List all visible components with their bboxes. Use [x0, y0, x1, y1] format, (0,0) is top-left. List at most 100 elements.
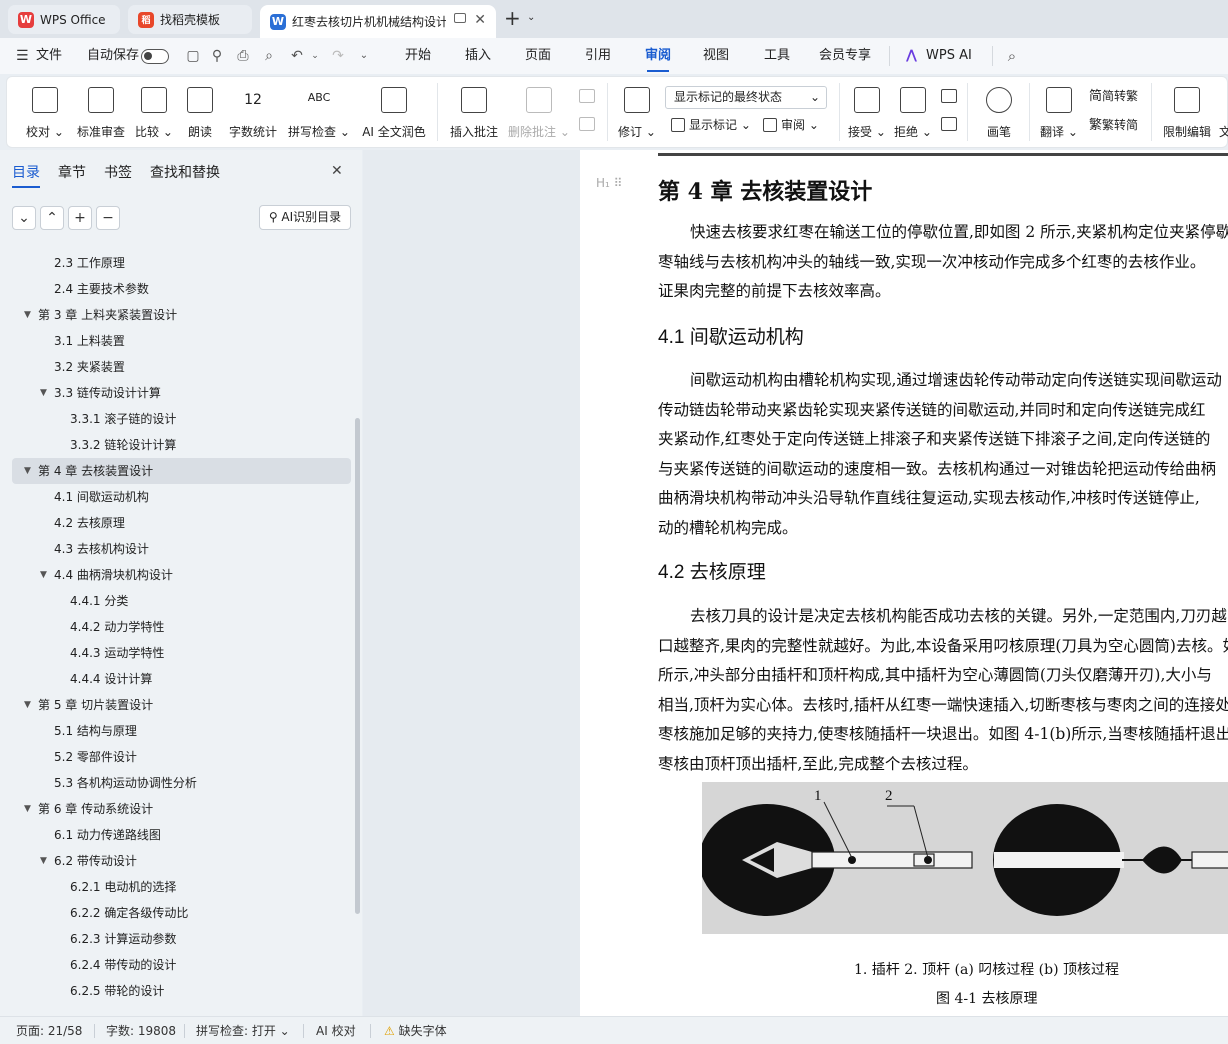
- close-icon[interactable]: ✕: [474, 12, 486, 28]
- menu-insert[interactable]: 插入: [465, 38, 491, 74]
- heading-handle-icon[interactable]: H₁ ⠿: [596, 176, 622, 190]
- tab-template[interactable]: 稻 找稻壳模板: [128, 5, 252, 34]
- toc-item[interactable]: 6.2.3 计算运动参数: [12, 926, 351, 952]
- more-button[interactable]: 文: [1219, 83, 1228, 145]
- toc-scrollbar[interactable]: [355, 418, 360, 914]
- track-changes-button[interactable]: 修订 ⌄: [617, 83, 657, 145]
- spell-check-button[interactable]: ABC 拼写检查 ⌄: [287, 83, 351, 145]
- next-comment-icon[interactable]: [579, 117, 595, 131]
- menu-wps-ai[interactable]: WPS AI: [926, 38, 972, 74]
- ai-polish-button[interactable]: AI 全文润色: [357, 83, 431, 145]
- toc-item[interactable]: 4.4.2 动力学特性: [12, 614, 351, 640]
- link-icon[interactable]: ⚲: [208, 47, 226, 65]
- next-change-icon[interactable]: [941, 117, 957, 131]
- missing-font-indicator[interactable]: ⚠ 缺失字体: [384, 1022, 447, 1039]
- tab-bookmarks[interactable]: 书签: [104, 162, 132, 182]
- autosave-toggle[interactable]: [141, 49, 169, 64]
- tab-wps-office[interactable]: W WPS Office: [8, 5, 120, 34]
- tab-toc[interactable]: 目录: [12, 162, 40, 188]
- expand-arrow-icon[interactable]: ▼: [24, 458, 31, 484]
- toc-item[interactable]: ▼ 第 5 章 切片装置设计: [12, 692, 351, 718]
- reject-button[interactable]: 拒绝 ⌄: [893, 83, 933, 145]
- prev-change-icon[interactable]: [941, 89, 957, 103]
- undo-icon[interactable]: ↶: [288, 47, 306, 65]
- expand-arrow-icon[interactable]: ▼: [40, 562, 47, 588]
- toc-item[interactable]: ▼ 6.2 带传动设计: [12, 848, 351, 874]
- toc-item[interactable]: 4.4.1 分类: [12, 588, 351, 614]
- tab-document[interactable]: W 红枣去核切片机机械结构设计 ✕: [260, 5, 496, 38]
- toc-item[interactable]: 5.2 零部件设计: [12, 744, 351, 770]
- print-icon[interactable]: ⎙: [234, 47, 252, 65]
- toc-item[interactable]: 4.1 间歇运动机构: [12, 484, 351, 510]
- expand-arrow-icon[interactable]: ▼: [40, 380, 47, 406]
- toc-item[interactable]: 6.2.4 带传动的设计: [12, 952, 351, 978]
- read-aloud-button[interactable]: 朗读: [183, 83, 217, 145]
- toc-item[interactable]: 2.4 主要技术参数: [12, 276, 351, 302]
- compare-button[interactable]: 比较 ⌄: [133, 83, 175, 145]
- show-markup-button[interactable]: 显示标记 ⌄: [671, 114, 751, 136]
- ai-toc-button[interactable]: ⚲ AI识别目录: [259, 205, 351, 230]
- toc-item[interactable]: 3.1 上料装置: [12, 328, 351, 354]
- markup-select[interactable]: 显示标记的最终状态 ⌄: [665, 86, 827, 109]
- toc-item[interactable]: 6.2.2 确定各级传动比: [12, 900, 351, 926]
- add-heading-icon[interactable]: +: [68, 206, 92, 230]
- redo-icon[interactable]: ↷: [329, 47, 347, 65]
- menu-home[interactable]: 开始: [405, 38, 431, 74]
- word-count-button[interactable]: 12 字数统计: [225, 83, 281, 145]
- document-page[interactable]: H₁ ⠿ 第 4 章 去核装置设计 快速去核要求红枣在输送工位的停歇位置,即如图…: [580, 150, 1228, 1016]
- menu-page[interactable]: 页面: [525, 38, 551, 74]
- toc-item[interactable]: 5.3 各机构运动协调性分析: [12, 770, 351, 796]
- toc-item[interactable]: ▼ 第 4 章 去核装置设计: [12, 458, 351, 484]
- collapse-up-icon[interactable]: ⌃: [40, 206, 64, 230]
- toc-item[interactable]: 4.3 去核机构设计: [12, 536, 351, 562]
- word-count-indicator[interactable]: 字数: 19808: [106, 1022, 176, 1039]
- toc-item[interactable]: 5.1 结构与原理: [12, 718, 351, 744]
- spell-check-indicator[interactable]: 拼写检查: 打开 ⌄: [196, 1022, 290, 1039]
- remove-heading-icon[interactable]: −: [96, 206, 120, 230]
- expand-arrow-icon[interactable]: ▼: [24, 692, 31, 718]
- expand-arrow-icon[interactable]: ▼: [24, 302, 31, 328]
- toc-item[interactable]: 4.2 去核原理: [12, 510, 351, 536]
- toc-item[interactable]: 6.2.1 电动机的选择: [12, 874, 351, 900]
- accept-button[interactable]: 接受 ⌄: [847, 83, 887, 145]
- toc-item[interactable]: 3.3.2 链轮设计计算: [12, 432, 351, 458]
- toc-item[interactable]: 3.2 夹紧装置: [12, 354, 351, 380]
- simp-to-trad-button[interactable]: 简简转繁: [1089, 85, 1138, 107]
- expand-arrow-icon[interactable]: ▼: [40, 848, 47, 874]
- toc-item[interactable]: 3.3.1 滚子链的设计: [12, 406, 351, 432]
- proof-button[interactable]: 校对 ⌄: [25, 83, 65, 145]
- chevron-down-icon[interactable]: ⌄: [306, 47, 324, 65]
- menu-file[interactable]: 文件: [36, 38, 62, 74]
- print-preview-icon[interactable]: ⌕: [260, 47, 278, 65]
- restrict-edit-button[interactable]: 限制编辑: [1157, 83, 1217, 145]
- search-icon[interactable]: ⌕: [1003, 47, 1021, 65]
- hamburger-icon[interactable]: ☰: [16, 49, 29, 63]
- toc-item[interactable]: ▼ 第 6 章 传动系统设计: [12, 796, 351, 822]
- menu-membership[interactable]: 会员专享: [819, 38, 871, 74]
- save-icon[interactable]: ▢: [184, 47, 202, 65]
- menu-view[interactable]: 视图: [703, 38, 729, 74]
- toc-item[interactable]: ▼ 3.3 链传动设计计算: [12, 380, 351, 406]
- toc-item[interactable]: 6.1 动力传递路线图: [12, 822, 351, 848]
- toc-item[interactable]: 4.4.3 运动学特性: [12, 640, 351, 666]
- translate-button[interactable]: 翻译 ⌄: [1039, 83, 1079, 145]
- menu-tools[interactable]: 工具: [764, 38, 790, 74]
- review-pane-button[interactable]: 审阅 ⌄: [763, 114, 819, 136]
- toc-item[interactable]: 2.3 工作原理: [12, 250, 351, 276]
- insert-comment-button[interactable]: 插入批注: [447, 83, 501, 145]
- expand-arrow-icon[interactable]: ▼: [24, 796, 31, 822]
- page-indicator[interactable]: 页面: 21/58: [16, 1022, 82, 1039]
- expand-down-icon[interactable]: ⌄: [12, 206, 36, 230]
- chevron-down-icon[interactable]: ⌄: [355, 47, 373, 65]
- prev-comment-icon[interactable]: [579, 89, 595, 103]
- toc-item[interactable]: 6.2.5 带轮的设计: [12, 978, 351, 1004]
- close-icon[interactable]: ✕: [331, 163, 343, 179]
- tab-find-replace[interactable]: 查找和替换: [150, 162, 220, 182]
- ai-proofread-indicator[interactable]: AI 校对: [316, 1022, 356, 1039]
- monitor-icon[interactable]: [454, 13, 466, 23]
- tab-chapters[interactable]: 章节: [58, 162, 86, 182]
- toc-item[interactable]: ▼ 4.4 曲柄滑块机构设计: [12, 562, 351, 588]
- new-tab-icon[interactable]: +: [504, 8, 521, 28]
- menu-review[interactable]: 审阅: [645, 38, 671, 74]
- toc-item[interactable]: ▼ 第 3 章 上料夹紧装置设计: [12, 302, 351, 328]
